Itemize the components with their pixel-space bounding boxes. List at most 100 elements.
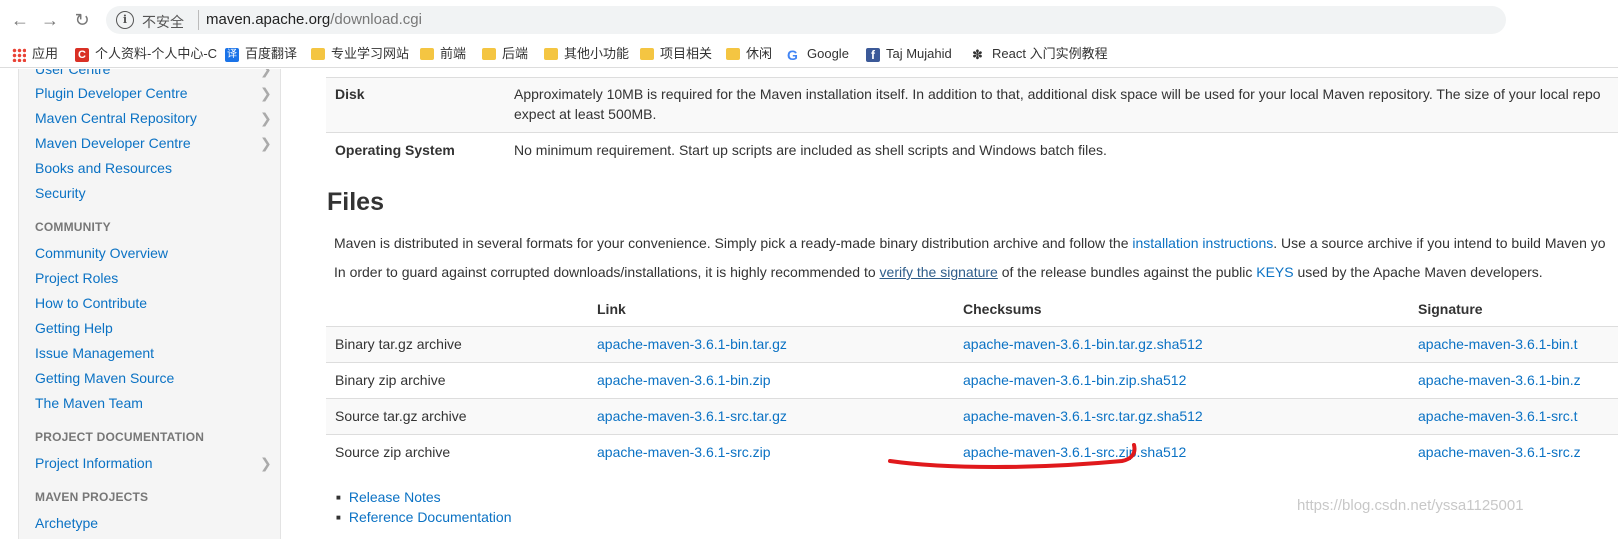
red-underline-annotation — [888, 443, 1137, 469]
checksum-link[interactable]: apache-maven-3.6.1-src.tar.gz.sha512 — [963, 408, 1203, 424]
bookmark-csdn[interactable]: C 个人资料-个人中心-C — [75, 44, 217, 64]
url-host: maven.apache.org — [206, 11, 331, 28]
chevron-right-icon[interactable]: ❯ — [260, 85, 272, 102]
chevron-right-icon[interactable]: ❯ — [260, 135, 272, 152]
sidebar-item-archetype[interactable]: Archetype — [35, 515, 98, 531]
folder-icon — [640, 47, 654, 60]
files-intro-paragraph: Maven is distributed in several formats … — [334, 235, 1606, 251]
facebook-icon: f — [866, 47, 880, 62]
download-link[interactable]: apache-maven-3.6.1-bin.zip — [597, 372, 771, 388]
url-field[interactable]: i 不安全 maven.apache.org/download.cgi — [106, 6, 1506, 34]
sidebar-heading-community: COMMUNITY — [35, 220, 111, 234]
sidebar-item-getting-maven-source[interactable]: Getting Maven Source — [35, 370, 174, 386]
chevron-right-icon[interactable]: ❯ — [260, 455, 272, 472]
folder-icon — [482, 47, 496, 60]
bookmark-folder-leisure[interactable]: 休闲 — [726, 44, 772, 64]
checksum-link[interactable]: apache-maven-3.6.1-bin.zip.sha512 — [963, 372, 1186, 388]
chevron-right-icon[interactable]: ❯ — [260, 69, 272, 78]
table-row: Source tar.gz archive apache-maven-3.6.1… — [326, 398, 1618, 434]
bookmark-facebook[interactable]: f Taj Mujahid — [866, 44, 952, 64]
bookmark-label: 百度翻译 — [245, 46, 298, 61]
table-row: Binary zip archive apache-maven-3.6.1-bi… — [326, 362, 1618, 398]
sidebar-item-user-centre[interactable]: User Centre — [35, 69, 110, 77]
download-link[interactable]: apache-maven-3.6.1-src.zip — [597, 444, 771, 460]
bookmark-label: Google — [807, 46, 849, 61]
bookmark-label: 休闲 — [746, 46, 773, 61]
archive-type-label: Binary tar.gz archive — [335, 336, 462, 352]
sidebar-item-maven-developer-centre[interactable]: Maven Developer Centre — [35, 135, 191, 151]
paragraph-text: used by the Apache Maven developers. — [1293, 264, 1543, 280]
sidebar-item-project-roles[interactable]: Project Roles — [35, 270, 118, 286]
react-icon: ✽ — [972, 46, 983, 62]
paragraph-text: . Use a source archive if you intend to … — [1273, 235, 1606, 251]
bookmark-label: 项目相关 — [660, 46, 713, 61]
watermark-text: https://blog.csdn.net/yssa1125001 — [1297, 497, 1524, 514]
sidebar-item-maven-central-repository[interactable]: Maven Central Repository — [35, 110, 197, 126]
download-link[interactable]: apache-maven-3.6.1-src.tar.gz — [597, 408, 787, 424]
url-path: /download.cgi — [330, 11, 422, 28]
reference-documentation-link[interactable]: Reference Documentation — [336, 509, 512, 525]
bookmark-folder-study[interactable]: 专业学习网站 — [311, 44, 409, 64]
bookmark-label: 后端 — [502, 46, 529, 61]
table-row: Binary tar.gz archive apache-maven-3.6.1… — [326, 326, 1618, 362]
release-notes-link[interactable]: Release Notes — [336, 489, 441, 505]
bookmark-label: 个人资料-个人中心-C — [95, 46, 218, 61]
apps-grid-icon — [12, 47, 26, 62]
bookmark-folder-backend[interactable]: 后端 — [482, 44, 528, 64]
back-arrow-icon[interactable]: ← — [8, 8, 32, 32]
bookmark-label: 前端 — [440, 46, 467, 61]
requirement-value: Approximately 10MB is required for the M… — [514, 86, 1601, 102]
bookmarks-bar: 应用 C 个人资料-个人中心-C 译百度翻译 专业学习网站 前端 后端 其他小功能… — [0, 40, 1618, 68]
bookmark-react[interactable]: ✽ React 入门实例教程 — [972, 44, 1108, 64]
paragraph-text: of the release bundles against the publi… — [997, 264, 1257, 280]
info-icon[interactable]: i — [116, 11, 134, 29]
sidebar-item-plugin-developer-centre[interactable]: Plugin Developer Centre — [35, 85, 188, 101]
bookmark-folder-projects[interactable]: 项目相关 — [640, 44, 712, 64]
sidebar-item-issue-management[interactable]: Issue Management — [35, 345, 154, 361]
installation-instructions-link[interactable]: installation instructions — [1132, 235, 1273, 251]
reload-icon[interactable]: ↻ — [70, 8, 94, 32]
sidebar-item-project-information[interactable]: Project Information — [35, 455, 153, 471]
download-link[interactable]: apache-maven-3.6.1-bin.tar.gz — [597, 336, 787, 352]
requirement-label: Disk — [335, 86, 365, 102]
checksum-link[interactable]: apache-maven-3.6.1-bin.tar.gz.sha512 — [963, 336, 1203, 352]
bookmark-baidu-translate[interactable]: 译百度翻译 — [225, 44, 297, 64]
signature-link[interactable]: apache-maven-3.6.1-src.z — [1418, 444, 1581, 460]
sidebar-item-security[interactable]: Security — [35, 185, 86, 201]
signature-link[interactable]: apache-maven-3.6.1-bin.t — [1418, 336, 1578, 352]
keys-link[interactable]: KEYS — [1256, 264, 1293, 280]
insecure-label: 不安全 — [142, 14, 184, 30]
sidebar-item-getting-help[interactable]: Getting Help — [35, 320, 113, 336]
bookmark-folder-misc[interactable]: 其他小功能 — [544, 44, 629, 64]
folder-icon — [726, 47, 740, 60]
folder-icon — [544, 47, 558, 60]
sidebar-item-maven-team[interactable]: The Maven Team — [35, 395, 143, 411]
signature-link[interactable]: apache-maven-3.6.1-src.t — [1418, 408, 1578, 424]
bookmark-folder-frontend[interactable]: 前端 — [420, 44, 466, 64]
sidebar-item-community-overview[interactable]: Community Overview — [35, 245, 168, 261]
bookmark-google[interactable]: G Google — [787, 44, 849, 64]
paragraph-text: In order to guard against corrupted down… — [334, 264, 880, 280]
requirement-label: Operating System — [335, 142, 455, 158]
signature-link[interactable]: apache-maven-3.6.1-bin.z — [1418, 372, 1581, 388]
requirements-row-disk: Disk Approximately 10MB is required for … — [326, 77, 1618, 132]
requirement-value: No minimum requirement. Start up scripts… — [514, 142, 1107, 158]
sidebar-item-books-and-resources[interactable]: Books and Resources — [35, 160, 172, 176]
requirements-row-os: Operating System No minimum requirement.… — [326, 132, 1618, 168]
sidebar-heading-project-documentation: PROJECT DOCUMENTATION — [35, 430, 205, 444]
folder-icon — [420, 47, 434, 60]
verify-signature-link[interactable]: verify the signature — [880, 264, 998, 280]
sidebar-item-how-to-contribute[interactable]: How to Contribute — [35, 295, 147, 311]
url-divider — [198, 10, 199, 30]
paragraph-text: Maven is distributed in several formats … — [334, 235, 1133, 251]
chevron-right-icon[interactable]: ❯ — [260, 110, 272, 127]
bookmark-label: Taj Mujahid — [886, 46, 952, 61]
forward-arrow-icon[interactable]: → — [38, 8, 62, 32]
translate-icon: 译 — [225, 47, 239, 62]
archive-type-label: Source zip archive — [335, 444, 451, 460]
bookmark-apps[interactable]: 应用 — [12, 44, 58, 64]
sidebar-nav: User Centre ❯ Plugin Developer Centre ❯ … — [18, 69, 281, 539]
bookmark-label: 应用 — [32, 46, 59, 61]
browser-address-bar: ← → ↻ i 不安全 maven.apache.org/download.cg… — [0, 0, 1618, 40]
url-text[interactable]: maven.apache.org/download.cgi — [206, 11, 422, 28]
